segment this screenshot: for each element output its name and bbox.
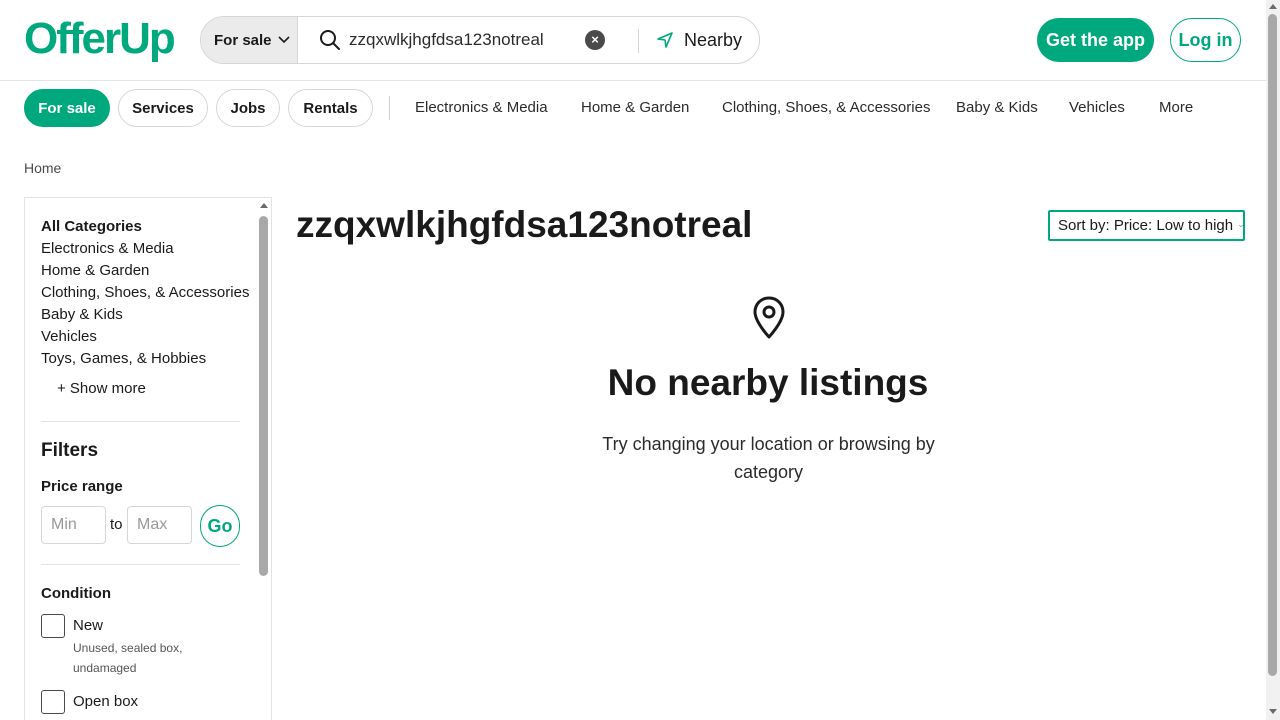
search-icon — [320, 30, 340, 50]
price-to-label: to — [110, 516, 123, 533]
nav-category-electronics[interactable]: Electronics & Media — [415, 99, 548, 116]
condition-description: Unused, sealed box, undamaged — [73, 641, 183, 675]
sort-dropdown[interactable]: Sort by: Price: Low to high — [1048, 210, 1245, 241]
condition-option-open-box[interactable]: Open box — [41, 690, 241, 714]
sidebar-scrollbar[interactable] — [257, 200, 271, 720]
sidebar-category-toys[interactable]: Toys, Games, & Hobbies — [41, 348, 241, 370]
sidebar-category-clothing[interactable]: Clothing, Shoes, & Accessories — [41, 282, 249, 304]
listing-type-label: For sale — [214, 31, 272, 49]
sidebar-category-baby-kids[interactable]: Baby & Kids — [41, 304, 241, 326]
breadcrumb-home[interactable]: Home — [24, 160, 61, 176]
map-pin-icon — [753, 296, 785, 339]
empty-state-title: No nearby listings — [607, 362, 929, 403]
scroll-down-arrow-icon[interactable] — [1269, 709, 1277, 714]
sidebar-category-home-garden[interactable]: Home & Garden — [41, 260, 241, 282]
sidebar-category-electronics[interactable]: Electronics & Media — [41, 238, 241, 260]
location-arrow-icon — [657, 32, 673, 48]
sidebar-category-vehicles[interactable]: Vehicles — [41, 326, 241, 348]
scroll-up-arrow-icon[interactable] — [1269, 4, 1277, 9]
scroll-up-arrow-icon[interactable] — [260, 203, 268, 208]
location-button[interactable]: Nearby — [656, 17, 742, 63]
tab-rentals[interactable]: Rentals — [288, 89, 373, 127]
filter-sidebar: All Categories Electronics & Media Home … — [24, 197, 272, 720]
search-bar: For sale × Nearby — [200, 16, 760, 64]
get-the-app-button[interactable]: Get the app — [1037, 18, 1154, 62]
sidebar-scroll-thumb[interactable] — [259, 216, 268, 576]
show-more-categories[interactable]: + Show more — [57, 380, 241, 397]
chevron-down-icon — [277, 36, 290, 44]
price-range-heading: Price range — [41, 478, 123, 495]
tab-for-sale[interactable]: For sale — [24, 89, 110, 127]
condition-heading: Condition — [41, 585, 111, 602]
search-results-title: zzqxwlkjhgfdsa123notreal — [296, 204, 753, 245]
login-button[interactable]: Log in — [1170, 18, 1241, 62]
sort-label: Sort by: Price: Low to high — [1058, 217, 1234, 234]
condition-open-box-checkbox[interactable] — [41, 690, 65, 714]
nav-category-clothing[interactable]: Clothing, Shoes, & Accessories — [722, 99, 930, 116]
page-scrollbar[interactable] — [1266, 0, 1280, 720]
sidebar-category-all[interactable]: All Categories — [41, 216, 241, 238]
tab-jobs[interactable]: Jobs — [216, 89, 280, 127]
offerup-logo[interactable]: OfferUp — [24, 14, 176, 64]
condition-label: Open box — [73, 693, 139, 710]
sidebar-divider — [41, 421, 240, 422]
listing-type-dropdown[interactable]: For sale — [201, 17, 298, 63]
condition-label: New — [73, 617, 104, 634]
empty-state-subtitle: Try changing your location or browsing b… — [602, 434, 935, 482]
condition-option-new[interactable]: New Unused, sealed box, undamaged — [41, 614, 241, 678]
condition-new-checkbox[interactable] — [41, 614, 65, 638]
chevron-down-icon — [1239, 224, 1243, 227]
location-label: Nearby — [684, 29, 743, 50]
nav-category-vehicles[interactable]: Vehicles — [1069, 99, 1125, 116]
page-scroll-thumb[interactable] — [1268, 14, 1277, 676]
nav-category-more[interactable]: More — [1159, 99, 1193, 116]
sidebar-divider — [41, 564, 240, 565]
price-go-button[interactable]: Go — [200, 505, 240, 547]
category-nav: For sale Services Jobs Rentals Electroni… — [0, 89, 1266, 129]
price-min-input[interactable] — [41, 506, 106, 544]
price-max-input[interactable] — [127, 506, 192, 544]
search-input[interactable] — [349, 26, 574, 54]
nav-category-baby-kids[interactable]: Baby & Kids — [956, 99, 1038, 116]
filters-heading: Filters — [41, 440, 99, 461]
search-divider — [638, 29, 639, 53]
header: OfferUp For sale × Nearby Get the app Lo… — [0, 0, 1266, 81]
price-range-row: to Go — [41, 505, 241, 547]
nav-category-home-garden[interactable]: Home & Garden — [581, 99, 689, 116]
clear-search-icon[interactable]: × — [585, 30, 605, 50]
tab-services[interactable]: Services — [118, 89, 208, 127]
nav-divider — [389, 96, 390, 120]
